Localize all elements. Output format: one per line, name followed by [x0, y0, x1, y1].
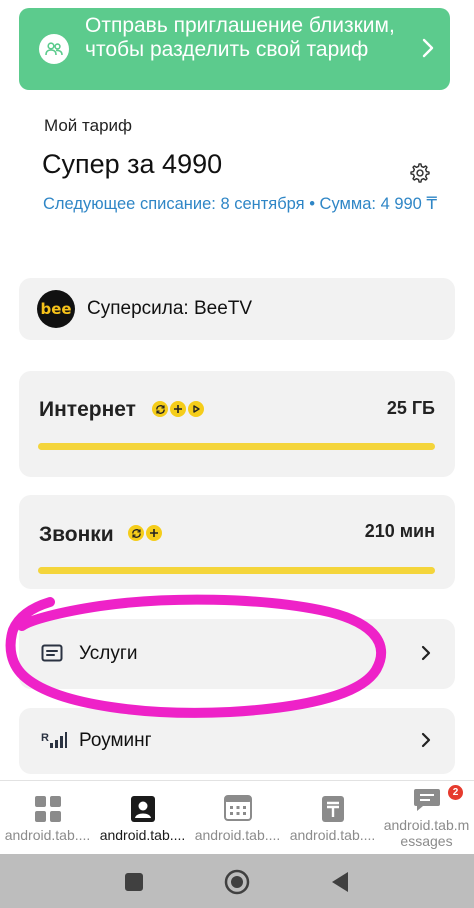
tab-payments[interactable]: android.tab.... [285, 781, 380, 855]
internet-progress-fill [38, 443, 435, 450]
tab-label: android.tab.... [4, 827, 91, 843]
calls-value: 210 мин [364, 521, 435, 541]
internet-progress-bar [38, 443, 435, 450]
tab-profile[interactable]: android.tab.... [95, 781, 190, 855]
tab-messages[interactable]: 2 android.tab.m essages [379, 781, 474, 855]
calls-title: Звонки [39, 523, 114, 546]
calculator-icon [223, 795, 252, 826]
services-row[interactable]: Услуги [19, 619, 455, 689]
people-icon [39, 34, 69, 64]
tab-label: android.tab.... [289, 827, 376, 843]
calls-badges [128, 525, 162, 541]
refresh-icon [152, 401, 168, 417]
tenge-icon [321, 795, 345, 828]
beetv-logo: bee [37, 290, 75, 328]
services-icon [41, 644, 63, 667]
tab-label: android.tab.... [194, 827, 281, 843]
system-navigation-bar [0, 854, 474, 908]
services-title: Услуги [79, 643, 138, 664]
chevron-right-icon [422, 38, 434, 63]
internet-badges [152, 401, 204, 417]
back-button[interactable] [330, 871, 350, 898]
roaming-row[interactable]: R Роуминг [19, 708, 455, 774]
invite-text: Отправь приглашение близким, чтобы разде… [85, 14, 395, 61]
notification-badge: 2 [448, 785, 463, 800]
calls-card[interactable]: Звонки 210 мин [19, 495, 455, 589]
screen: Отправь приглашение близким, чтобы разде… [0, 0, 474, 908]
tariff-label: Мой тариф [44, 116, 133, 135]
billing-info: Следующее списание: 8 сентября • Сумма: … [43, 195, 437, 213]
recents-button[interactable] [124, 872, 144, 897]
tab-home[interactable]: android.tab.... [0, 781, 95, 855]
chevron-right-icon [421, 732, 431, 753]
internet-value: 25 ГБ [386, 398, 435, 418]
tab-calculator[interactable]: android.tab.... [190, 781, 285, 855]
refresh-icon [128, 525, 144, 541]
calls-progress-fill [38, 567, 435, 574]
beetv-logo-text: bee [40, 300, 72, 318]
calls-progress-bar [38, 567, 435, 574]
svg-text:R: R [41, 732, 49, 744]
tab-label: android.tab.... [99, 827, 186, 843]
plus-icon [170, 401, 186, 417]
home-button[interactable] [224, 869, 250, 900]
gear-icon[interactable] [409, 162, 431, 189]
tariff-name: Супер за 4990 [42, 149, 223, 179]
internet-card[interactable]: Интернет 25 ГБ [19, 371, 455, 477]
bottom-tab-bar: android.tab.... android.tab.... android.… [0, 780, 474, 854]
play-icon [188, 401, 204, 417]
chevron-right-icon [421, 645, 431, 666]
invite-banner[interactable]: Отправь приглашение близким, чтобы разде… [19, 8, 450, 90]
tab-label: android.tab.m essages [383, 817, 470, 849]
chat-icon [413, 787, 441, 818]
plus-icon [146, 525, 162, 541]
profile-icon [130, 795, 156, 828]
internet-title: Интернет [39, 398, 136, 421]
roaming-icon: R [41, 730, 67, 755]
grid-icon [34, 795, 62, 828]
beetv-card[interactable]: bee Суперсила: BeeTV [19, 278, 455, 340]
beetv-title: Суперсила: BeeTV [87, 298, 253, 319]
roaming-title: Роуминг [79, 730, 152, 751]
